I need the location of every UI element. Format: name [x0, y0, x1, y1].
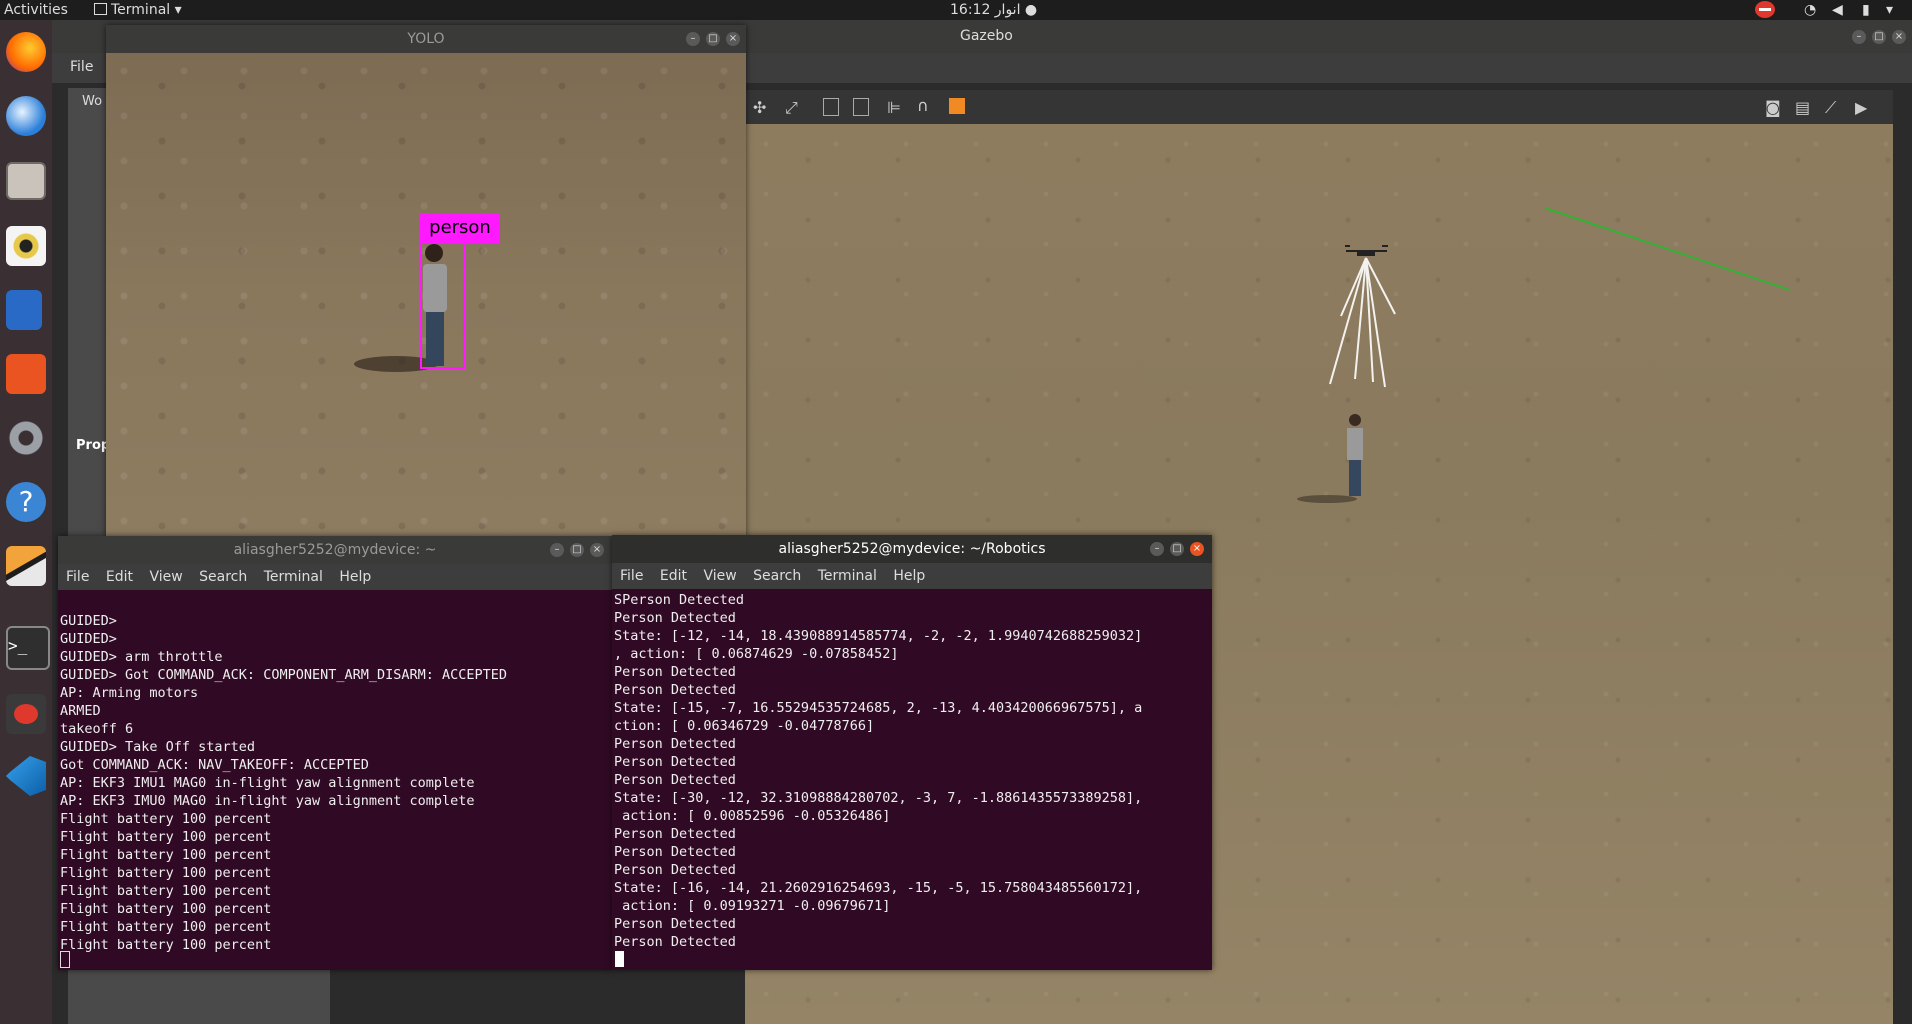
- view-angle-icon[interactable]: [949, 98, 965, 114]
- thunderbird-icon[interactable]: [6, 96, 46, 136]
- menu-search[interactable]: Search: [199, 569, 247, 585]
- close-icon[interactable]: ×: [590, 543, 604, 557]
- terminal-window-home[interactable]: aliasgher5252@mydevice: ~ – □ × File Edi…: [58, 536, 612, 970]
- terminal-menubar: File Edit View Search Terminal Help: [612, 563, 1212, 589]
- minimize-icon[interactable]: –: [1150, 542, 1164, 556]
- menu-help[interactable]: Help: [339, 569, 371, 585]
- terminal-icon[interactable]: >_: [6, 626, 50, 670]
- yolo-window[interactable]: YOLO – □ × person: [106, 25, 746, 537]
- vscode-icon[interactable]: [6, 756, 46, 796]
- menu-search[interactable]: Search: [753, 568, 801, 584]
- menu-file[interactable]: File: [620, 568, 643, 584]
- close-icon[interactable]: ×: [1190, 542, 1204, 556]
- menu-edit[interactable]: Edit: [106, 569, 133, 585]
- writer-icon[interactable]: [6, 290, 42, 330]
- gazebo-toolbar: ✣ ⤢ ⊫ ∩ ◙ ▤ ⟋ ▶: [745, 90, 1893, 124]
- maximize-icon[interactable]: □: [1872, 30, 1886, 44]
- app-menu-terminal[interactable]: Terminal ▾: [94, 2, 182, 18]
- battery-icon[interactable]: ▮: [1862, 2, 1870, 18]
- terminal-output[interactable]: GUIDED> GUIDED> GUIDED> arm throttle GUI…: [60, 594, 507, 954]
- menu-view[interactable]: View: [149, 569, 182, 585]
- close-icon[interactable]: ×: [726, 32, 740, 46]
- gazebo-title: Gazebo: [960, 28, 1013, 44]
- copy-icon[interactable]: [823, 98, 839, 116]
- terminal-output[interactable]: SPerson Detected Person Detected State: …: [614, 591, 1142, 951]
- settings-icon[interactable]: [6, 418, 46, 458]
- plot-icon[interactable]: ⟋: [1825, 98, 1836, 118]
- yolo-titlebar[interactable]: YOLO – □ ×: [106, 25, 746, 53]
- maximize-icon[interactable]: □: [1170, 542, 1184, 556]
- camera-frustum: [1329, 257, 1396, 388]
- terminal-menubar: File Edit View Search Terminal Help: [58, 564, 612, 590]
- system-menu-chevron-icon[interactable]: ▾: [1886, 2, 1893, 18]
- minimize-icon[interactable]: –: [686, 32, 700, 46]
- person-model: [1297, 414, 1363, 503]
- video-icon[interactable]: ▶: [1855, 98, 1867, 117]
- yolo-title: YOLO: [407, 31, 445, 47]
- software-icon[interactable]: [6, 354, 46, 394]
- maximize-icon[interactable]: □: [706, 32, 720, 46]
- activities-button[interactable]: Activities: [4, 2, 68, 18]
- yolo-scene: [354, 242, 465, 372]
- no-entry-icon[interactable]: [6, 694, 46, 734]
- close-icon[interactable]: ×: [1892, 30, 1906, 44]
- terminal-titlebar[interactable]: aliasgher5252@mydevice: ~/Robotics – □ ×: [612, 535, 1212, 563]
- volume-icon[interactable]: ◀: [1832, 2, 1843, 18]
- menu-terminal[interactable]: Terminal: [264, 569, 323, 585]
- detection-label: person: [420, 213, 500, 243]
- help-icon[interactable]: ?: [6, 482, 46, 522]
- menu-help[interactable]: Help: [893, 568, 925, 584]
- maximize-icon[interactable]: □: [570, 543, 584, 557]
- wifi-icon[interactable]: ◔: [1804, 2, 1816, 18]
- text-cursor: [60, 951, 70, 968]
- minimize-icon[interactable]: –: [1852, 30, 1866, 44]
- firefox-icon[interactable]: [6, 32, 46, 72]
- layers-icon[interactable]: [6, 546, 46, 586]
- menu-file[interactable]: File: [66, 569, 89, 585]
- terminal-small-icon: [94, 3, 107, 15]
- terminal-title: aliasgher5252@mydevice: ~: [233, 542, 437, 558]
- translate-tool-icon[interactable]: ✣: [753, 98, 766, 117]
- terminal-window-robotics[interactable]: aliasgher5252@mydevice: ~/Robotics – □ ×…: [612, 535, 1212, 970]
- axis-line: [1544, 207, 1791, 291]
- scale-tool-icon[interactable]: ⤢: [785, 98, 798, 118]
- dock: ? >_: [0, 20, 52, 1024]
- yolo-camera-image: person: [106, 53, 746, 537]
- menu-edit[interactable]: Edit: [660, 568, 687, 584]
- text-cursor: [615, 951, 624, 967]
- do-not-disturb-icon[interactable]: [1755, 1, 1775, 18]
- drone-icon: [1345, 245, 1388, 256]
- files-icon[interactable]: [6, 162, 46, 200]
- menu-file[interactable]: File: [70, 59, 93, 75]
- menu-terminal[interactable]: Terminal: [818, 568, 877, 584]
- clock[interactable]: 16:12 انوار ●: [950, 2, 1037, 18]
- screenshot-icon[interactable]: ◙: [1765, 98, 1781, 117]
- notification-dot-icon: ●: [1024, 2, 1038, 18]
- rhythmbox-icon[interactable]: [6, 226, 46, 266]
- log-icon[interactable]: ▤: [1795, 98, 1810, 117]
- terminal-titlebar[interactable]: aliasgher5252@mydevice: ~ – □ ×: [58, 536, 612, 564]
- menu-view[interactable]: View: [703, 568, 736, 584]
- top-bar: Activities Terminal ▾ 16:12 انوار ● ◔ ◀ …: [0, 0, 1912, 20]
- align-icon[interactable]: ⊫: [887, 98, 901, 117]
- paste-icon[interactable]: [853, 98, 869, 116]
- snap-icon[interactable]: ∩: [917, 96, 929, 115]
- world-tab[interactable]: Wo: [82, 94, 102, 109]
- terminal-title: aliasgher5252@mydevice: ~/Robotics: [778, 541, 1046, 557]
- chevron-down-icon: ▾: [174, 2, 182, 18]
- minimize-icon[interactable]: –: [550, 543, 564, 557]
